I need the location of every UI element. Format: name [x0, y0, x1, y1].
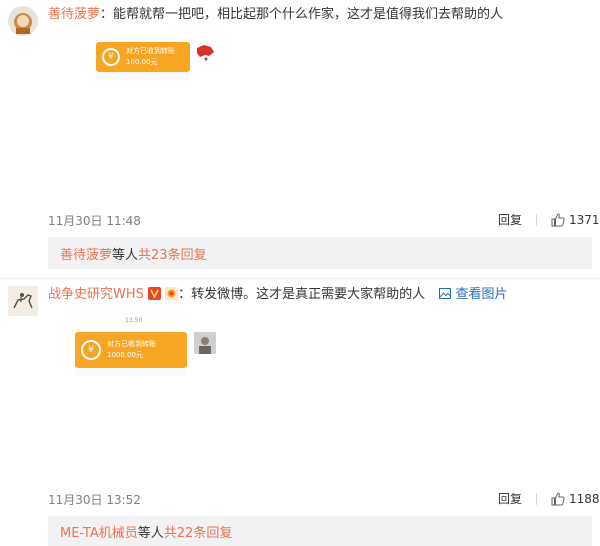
transfer-card[interactable]: ¥ 对方已收到转账 1000.00元	[75, 332, 187, 368]
reply-button[interactable]: 回复	[498, 490, 522, 507]
comment-text-line: 善待菠萝：能帮就帮一把吧，相比起那个什么作家，这才是值得我们去帮助的人	[48, 6, 503, 24]
map-sticker-icon	[197, 45, 214, 61]
chat-time-label: 13:50	[125, 317, 143, 324]
vip-badge-icon	[165, 287, 179, 300]
comment-timestamp: 11月30日 11:48	[48, 214, 141, 228]
comment-timestamp: 11月30日 13:52	[48, 493, 141, 507]
reply-summary-box[interactable]: ME-TA机械员 等人 共22条回复	[48, 516, 592, 546]
user-avatar[interactable]	[8, 6, 38, 36]
comment-actions: 回复 1371	[498, 211, 600, 228]
transfer-coin-icon: ¥	[81, 340, 101, 360]
transfer-status: 对方已收到转账	[126, 47, 175, 55]
sender-thumbnail	[194, 42, 216, 64]
transfer-card[interactable]: ¥ 对方已收到转账 100.00元	[96, 42, 190, 72]
image-icon	[439, 288, 452, 299]
reply-summary-mid: 等人	[137, 525, 164, 541]
reply-summary-mid: 等人	[112, 247, 139, 263]
reply-summary-user[interactable]: ME-TA机械员	[60, 522, 138, 541]
transfer-coin-icon: ¥	[102, 48, 120, 66]
transfer-card-footer	[96, 72, 190, 80]
reply-summary-count[interactable]: 共23条回复	[138, 244, 207, 263]
avatar-horseman-icon	[8, 286, 38, 316]
reply-button[interactable]: 回复	[498, 211, 522, 228]
username-link[interactable]: 善待菠萝	[48, 7, 100, 22]
avatar-illustration-icon	[14, 13, 32, 34]
transfer-amount: 1000.00元	[107, 351, 143, 359]
transfer-status: 对方已收到转账	[107, 340, 156, 348]
like-button[interactable]: 1188	[551, 492, 600, 506]
transfer-amount: 100.00元	[126, 58, 158, 66]
comment-text: ：转发微博。这才是真正需要大家帮助的人	[178, 287, 426, 302]
user-avatar[interactable]	[8, 286, 38, 316]
verified-v-icon	[148, 287, 162, 300]
comment-divider	[0, 278, 600, 279]
comment-text: ：能帮就帮一把吧，相比起那个什么作家，这才是值得我们去帮助的人	[100, 7, 504, 22]
reply-summary-count[interactable]: 共22条回复	[164, 522, 233, 541]
like-count: 1371	[569, 212, 600, 227]
reply-summary-box[interactable]: 善待菠萝 等人 共23条回复	[48, 237, 592, 269]
thumbs-up-icon	[551, 491, 565, 505]
reply-summary-user[interactable]: 善待菠萝	[60, 244, 112, 263]
comment-text-line: 战争史研究WHS ：转发微博。这才是真正需要大家帮助的人 查看图片	[48, 286, 507, 304]
like-button[interactable]: 1371	[551, 213, 600, 227]
like-count: 1188	[569, 491, 600, 506]
action-divider	[536, 492, 538, 505]
sender-thumbnail	[194, 332, 216, 354]
comment-actions: 回复 1188	[498, 490, 600, 507]
thumbs-up-icon	[551, 212, 565, 226]
username-link[interactable]: 战争史研究WHS	[48, 287, 144, 302]
transfer-card-footer	[75, 368, 187, 376]
view-image-label: 查看图片	[455, 287, 508, 302]
action-divider	[536, 213, 538, 226]
view-image-link[interactable]: 查看图片	[439, 287, 507, 302]
portrait-icon	[194, 332, 216, 354]
